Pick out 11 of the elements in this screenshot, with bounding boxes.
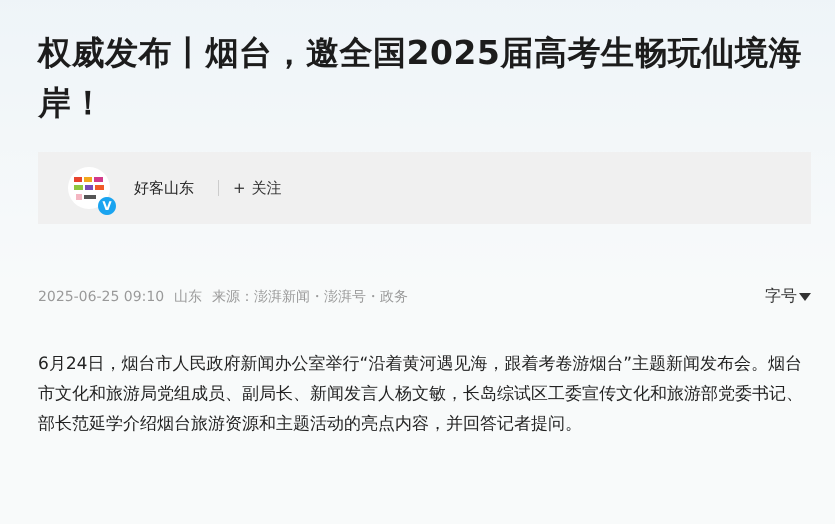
publish-time: 2025-06-25 09:10 — [38, 288, 164, 304]
location: 山东 — [174, 288, 202, 306]
font-size-button[interactable]: 字号 — [765, 286, 811, 307]
author-name[interactable]: 好客山东 — [134, 178, 194, 198]
article-title: 权威发布丨烟台，邀全国2025届高考生畅玩仙境海岸！ — [38, 32, 803, 124]
source: 来源：澎湃新闻・澎湃号・政务 — [212, 288, 408, 306]
avatar[interactable] — [68, 167, 110, 209]
paragraph: 6月24日，烟台市人民政府新闻办公室举行“沿着黄河遇见海，跟着考卷游烟台”主题新闻发布会。烟台市文化和旅游局党组成员、副局长、新闻发言人杨文敏，长岛综试区工委宣传文化和旅游部党委书记、部长范延学介绍烟台旅游资源和主题活动的亮点内容，并回答记者提问。 — [38, 353, 804, 436]
follow-button[interactable]: + 关注 — [233, 178, 282, 198]
caret-icon — [799, 292, 811, 300]
verified-badge: V — [98, 197, 116, 215]
